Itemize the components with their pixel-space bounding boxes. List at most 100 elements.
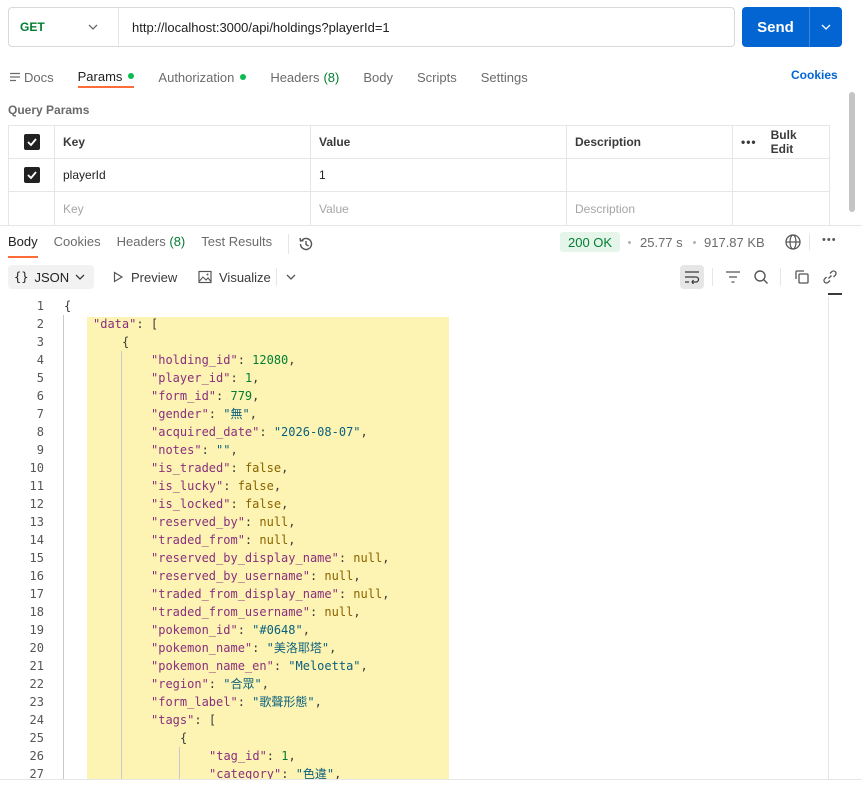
new-value-input[interactable]: Value (311, 192, 567, 225)
visualize-options-button[interactable] (279, 265, 303, 289)
select-all-checkbox[interactable] (23, 134, 40, 150)
line-number: 20 (29, 641, 44, 655)
code-text: "reserved_by": null, (151, 515, 296, 529)
wrap-lines-button[interactable] (680, 265, 704, 289)
link-button[interactable] (818, 265, 842, 289)
wrap-icon (685, 271, 700, 284)
viewer-scrollbar[interactable] (828, 293, 842, 295)
row-checkbox[interactable] (23, 167, 40, 183)
tab-headers[interactable]: Headers (8) (270, 58, 339, 88)
divider (288, 234, 290, 254)
code-text: "holding_id": 12080, (151, 353, 296, 367)
code-line: 10 "is_traded": false, (0, 459, 830, 477)
request-scrollbar[interactable] (849, 92, 855, 212)
tab-body-label: Body (363, 69, 393, 85)
description-header: Description (567, 126, 733, 158)
code-line: 24 "tags": [ (0, 711, 830, 729)
param-value[interactable]: 1 (311, 159, 567, 191)
line-number: 21 (29, 659, 44, 673)
preview-button[interactable]: Preview (112, 265, 177, 289)
method-label: GET (20, 20, 45, 34)
line-number: 22 (29, 677, 44, 691)
code-line: 16 "reserved_by_username": null, (0, 567, 830, 585)
visualize-label: Visualize (219, 269, 271, 285)
globe-icon[interactable] (784, 233, 802, 251)
resp-tab-headers-count: (8) (169, 234, 186, 249)
format-label: JSON (34, 269, 70, 285)
history-icon[interactable] (297, 235, 315, 253)
more-options-icon[interactable]: ••• (741, 135, 757, 149)
send-button[interactable]: Send (742, 7, 809, 47)
url-input[interactable]: http://localhost:3000/api/holdings?playe… (119, 20, 734, 35)
line-number: 8 (36, 425, 44, 439)
table-header-row: Key Value Description ••• Bulk Edit (9, 126, 829, 159)
line-number: 18 (29, 605, 44, 619)
tab-body[interactable]: Body (363, 58, 393, 88)
resp-tab-test-results[interactable]: Test Results (201, 234, 272, 258)
code-line: 15 "reserved_by_display_name": null, (0, 549, 830, 567)
tab-docs[interactable]: Docs (10, 58, 54, 88)
code-line: 4 "holding_id": 12080, (0, 351, 830, 369)
resp-tab-body[interactable]: Body (8, 234, 38, 258)
divider (712, 268, 713, 286)
new-description-input[interactable]: Description (567, 192, 733, 225)
format-select[interactable]: {} JSON (8, 265, 94, 289)
param-description[interactable] (567, 159, 733, 191)
cookies-link[interactable]: Cookies (791, 68, 838, 82)
visualize-button[interactable]: Visualize (198, 265, 271, 289)
chevron-down-icon (75, 274, 85, 280)
separator-dot (693, 241, 696, 244)
line-number: 7 (36, 407, 44, 421)
line-number: 9 (36, 443, 44, 457)
line-number: 10 (29, 461, 44, 475)
code-line: 9 "notes": "", (0, 441, 830, 459)
resp-tab-cookies[interactable]: Cookies (54, 234, 101, 258)
code-text: "pokemon_name_en": "Meloetta", (151, 659, 368, 673)
code-line: 19 "pokemon_id": "#0648", (0, 621, 830, 639)
code-text: "pokemon_name": "美洛耶塔", (151, 641, 337, 655)
tab-settings[interactable]: Settings (481, 58, 528, 88)
method-select[interactable]: GET (9, 8, 119, 46)
code-line: 1{ (0, 297, 830, 315)
divider (780, 268, 781, 286)
code-line: 20 "pokemon_name": "美洛耶塔", (0, 639, 830, 657)
code-text: "is_lucky": false, (151, 479, 282, 493)
line-number: 26 (29, 749, 44, 763)
response-time[interactable]: 25.77 s (640, 235, 683, 250)
code-line: 17 "traded_from_display_name": null, (0, 585, 830, 603)
code-line: 11 "is_lucky": false, (0, 477, 830, 495)
tab-authorization[interactable]: Authorization (158, 58, 247, 88)
line-number: 15 (29, 551, 44, 565)
row-actions-cell (733, 159, 829, 191)
image-icon (198, 270, 212, 284)
code-line: 26 "tag_id": 1, (0, 747, 830, 765)
response-body-viewer[interactable]: 1{2 "data": [3{4 "holding_id": 12080, 5 "pla… (0, 297, 830, 779)
tab-params[interactable]: Params (77, 58, 135, 88)
line-number: 6 (36, 389, 44, 403)
send-options-button[interactable] (809, 7, 842, 47)
code-text: "form_label": "歌聲形態", (151, 695, 322, 709)
tab-settings-label: Settings (480, 69, 528, 85)
resp-tab-headers[interactable]: Headers (8) (117, 234, 186, 258)
code-text: "tags": [ (151, 713, 217, 727)
more-options-icon[interactable]: ••• (822, 234, 837, 246)
line-number: 17 (29, 587, 44, 601)
response-size[interactable]: 917.87 KB (704, 235, 765, 250)
line-number: 14 (29, 533, 44, 547)
code-text: "category": "色違", (209, 767, 342, 779)
line-number: 5 (36, 371, 44, 385)
bulk-edit-button[interactable]: Bulk Edit (771, 128, 817, 156)
code-text: "traded_from": null, (151, 533, 296, 547)
new-key-input[interactable]: Key (55, 192, 311, 225)
line-number: 11 (29, 479, 44, 493)
search-button[interactable] (749, 265, 773, 289)
code-line: 3{ (0, 333, 830, 351)
status-badge[interactable]: 200 OK (560, 232, 621, 252)
filter-button[interactable] (721, 265, 745, 289)
code-text: "region": "合眾", (151, 677, 269, 691)
tab-scripts[interactable]: Scripts (417, 58, 457, 88)
send-button-group: Send (742, 7, 842, 47)
copy-button[interactable] (790, 265, 814, 289)
param-key[interactable]: playerId (55, 159, 311, 191)
code-text: { (180, 731, 188, 745)
